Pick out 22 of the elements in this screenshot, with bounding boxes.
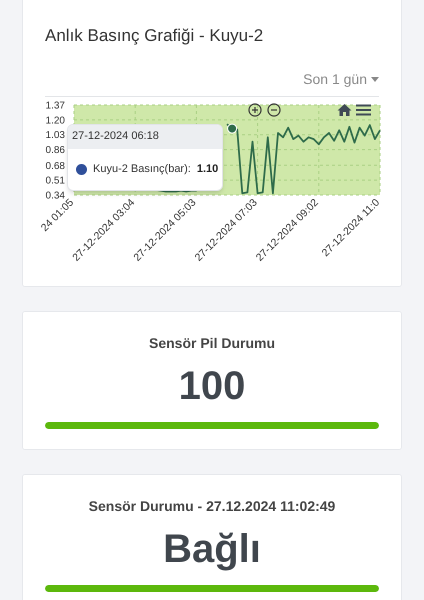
- card-title: Sensör Durumu - 27.12.2024 11:02:49: [88, 497, 336, 516]
- menu-icon[interactable]: [356, 104, 371, 116]
- y-tick-label: 1.37: [46, 100, 65, 111]
- y-tick-label: 0.86: [46, 144, 65, 156]
- zoom-out-icon[interactable]: [267, 102, 281, 116]
- card-title: Sensör Pil Durumu: [148, 334, 276, 353]
- card-value: Bağlı: [163, 526, 261, 573]
- point-marker: [227, 123, 238, 134]
- y-tick-label: 1.20: [46, 114, 65, 126]
- card-value: 100: [178, 363, 246, 410]
- y-tick-label: 0.68: [46, 160, 65, 172]
- caret-icon: [371, 76, 379, 82]
- home-icon[interactable]: [337, 102, 352, 116]
- chart-title: Anlık Basınç Grafiği - Kuyu-2: [44, 25, 264, 47]
- y-tick-label: 0.51: [46, 175, 65, 186]
- tooltip-value: 1.10: [196, 162, 218, 177]
- y-tick-label: 0.34: [46, 190, 65, 201]
- tooltip-label: Kuyu-2 Basınç(bar):: [93, 162, 191, 177]
- tooltip-title: 27-12-2024 06:18: [72, 129, 159, 144]
- zoom-in-icon[interactable]: [248, 102, 262, 116]
- y-tick-label: 1.03: [46, 130, 65, 141]
- range-dropdown[interactable]: Son 1 gün: [303, 68, 379, 90]
